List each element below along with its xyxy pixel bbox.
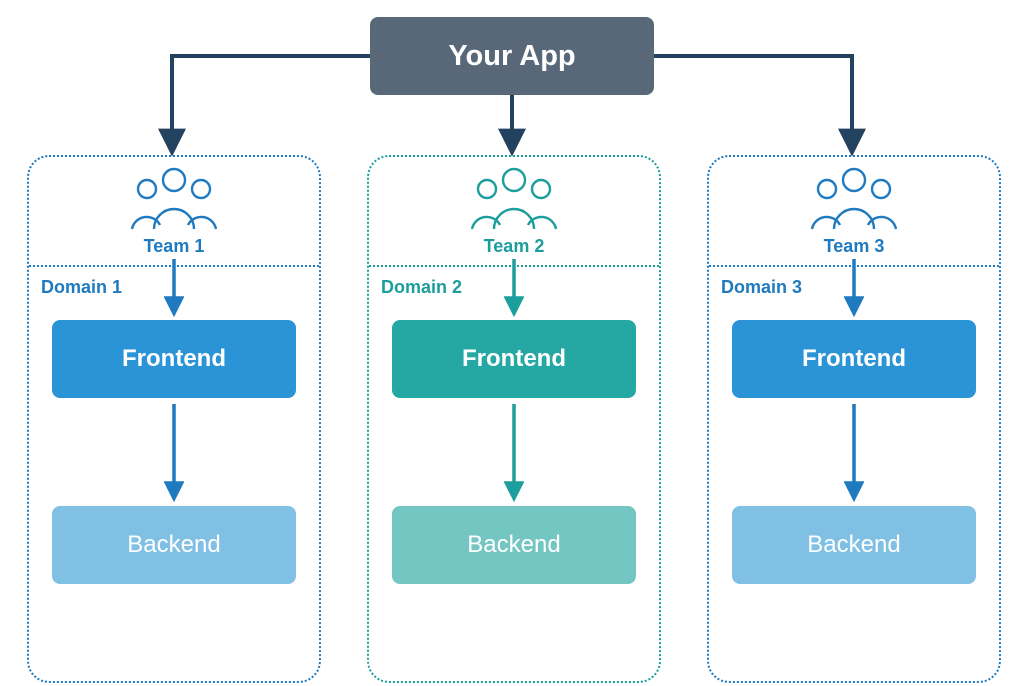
app-box: Your App [370,17,654,95]
arrow-team-to-frontend [504,257,524,317]
arrow-frontend-to-backend [844,402,864,502]
domain-2: Team 2 Domain 2 Frontend Backend [367,155,661,683]
frontend-box: Frontend [392,320,636,398]
arrow-team-to-frontend [164,257,184,317]
frontend-box: Frontend [732,320,976,398]
arrow-frontend-to-backend [164,402,184,502]
arrow-team-to-frontend [844,257,864,317]
arrow-frontend-to-backend [504,402,524,502]
team-icon [466,166,562,232]
team-label: Team 1 [29,236,319,257]
team-icon [126,166,222,232]
backend-box: Backend [732,506,976,584]
domain-label: Domain 1 [41,277,122,298]
domain-3: Team 3 Domain 3 Frontend Backend [707,155,1001,683]
domain-1: Team 1 Domain 1 Frontend Backend [27,155,321,683]
team-label: Team 3 [709,236,999,257]
frontend-box: Frontend [52,320,296,398]
team-icon [806,166,902,232]
backend-box: Backend [392,506,636,584]
domain-label: Domain 2 [381,277,462,298]
app-title: Your App [448,40,575,73]
backend-box: Backend [52,506,296,584]
team-label: Team 2 [369,236,659,257]
domain-label: Domain 3 [721,277,802,298]
